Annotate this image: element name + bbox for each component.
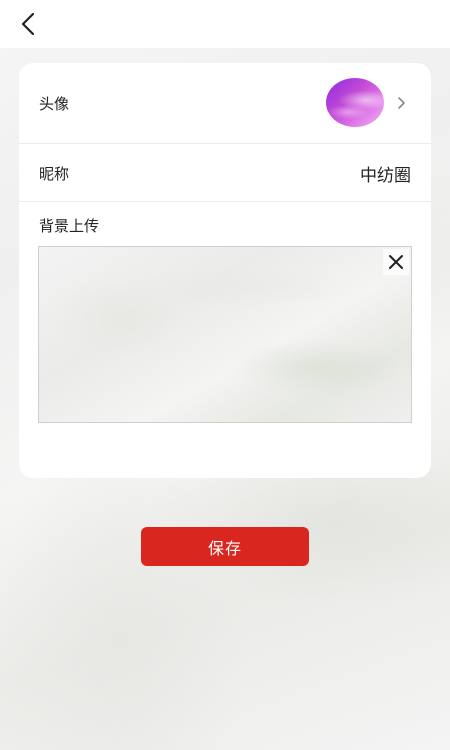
avatar-row[interactable]: 头像 bbox=[19, 63, 431, 144]
profile-card: 头像 昵称 中纺圈 背景上传 bbox=[19, 63, 431, 478]
close-icon bbox=[389, 255, 403, 269]
background-preview[interactable] bbox=[38, 246, 412, 423]
chevron-right-icon bbox=[398, 97, 405, 109]
avatar[interactable] bbox=[326, 78, 384, 127]
chevron-left-icon bbox=[21, 12, 35, 36]
remove-background-button[interactable] bbox=[383, 249, 409, 275]
back-button[interactable] bbox=[10, 6, 46, 42]
nickname-row[interactable]: 昵称 中纺圈 bbox=[19, 144, 431, 202]
nickname-label: 昵称 bbox=[39, 165, 70, 183]
nickname-value[interactable]: 中纺圈 bbox=[360, 161, 411, 186]
top-bar bbox=[0, 0, 450, 48]
background-upload-label: 背景上传 bbox=[39, 217, 100, 235]
save-button[interactable]: 保存 bbox=[141, 527, 309, 566]
avatar-label: 头像 bbox=[39, 95, 70, 113]
